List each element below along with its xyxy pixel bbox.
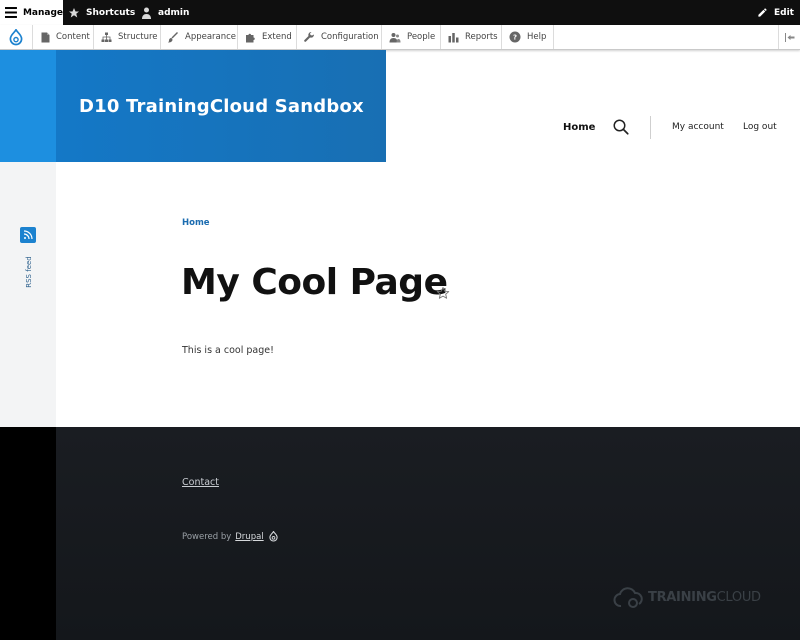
nav-home-link[interactable]: Home [563,122,595,133]
page-title: My Cool Page [181,262,448,303]
user-label: admin [158,7,190,18]
tray-item-label: Extend [262,32,292,42]
tray-item-reports[interactable]: Reports [441,25,502,49]
tray-item-people[interactable]: People [382,25,441,49]
tray-item-structure[interactable]: Structure [94,25,161,49]
bar-chart-icon [448,32,459,42]
help-icon: ? [509,31,521,43]
site-branding: D10 TrainingCloud Sandbox [56,50,386,162]
contact-link[interactable]: Contact [182,477,219,488]
page-body: This is a cool page! [182,345,274,356]
star-outline-icon [436,286,450,299]
tray-item-label: People [407,32,436,42]
admin-tray: Content Structure Appearance Extend Conf… [0,25,800,50]
manage-label: Manage [22,7,63,18]
breadcrumb-home[interactable]: Home [182,218,210,228]
tray-item-appearance[interactable]: Appearance [161,25,238,49]
shortcuts-label: Shortcuts [86,7,136,18]
powered-by: Powered by Drupal [182,531,278,542]
edit-label: Edit [774,7,794,18]
search-button[interactable] [612,118,630,140]
tray-item-label: Configuration [321,32,379,42]
drupal-drop-icon [269,531,278,542]
drupal-link[interactable]: Drupal [235,532,263,542]
trainingcloud-logo-text: TRAININGCLOUD [648,590,761,605]
collapse-left-icon [784,32,794,42]
paintbrush-icon [168,31,178,42]
logo-text-light: CLOUD [716,589,761,605]
pencil-icon [758,8,767,17]
my-account-link[interactable]: My account [672,122,724,132]
sitemap-icon [101,32,112,42]
tray-item-label: Reports [465,32,498,42]
people-icon [389,32,401,42]
wrench-icon [304,31,315,42]
powered-prefix: Powered by [182,531,232,542]
rss-feed-link[interactable] [20,227,36,243]
search-icon [613,119,629,135]
site-name[interactable]: D10 TrainingCloud Sandbox [79,96,364,117]
log-out-link[interactable]: Log out [743,122,777,132]
manage-tab[interactable]: Manage [0,0,63,25]
admin-toolbar: Manage Shortcuts admin Edit [0,0,800,25]
header-left-strip [0,50,56,162]
logo-text-bold: TRAINING [648,589,717,605]
trainingcloud-logo: TRAININGCLOUD [613,585,761,609]
footer-left-strip [0,427,56,640]
favorite-star-button[interactable] [436,285,450,304]
tray-item-configuration[interactable]: Configuration [297,25,382,49]
tray-orientation-toggle[interactable] [778,25,800,49]
social-sidebar [0,162,56,427]
file-icon [41,32,50,42]
edit-button[interactable]: Edit [757,0,794,25]
nav-divider [650,116,651,139]
drupal-home-link[interactable] [0,25,33,49]
tray-item-content[interactable]: Content [34,25,94,49]
user-icon [142,7,151,19]
user-tab[interactable]: admin [141,0,189,25]
hamburger-icon [5,7,17,18]
cloud-icon [613,587,643,608]
rss-feed-label[interactable]: RSS feed [25,256,33,288]
shortcuts-tab[interactable]: Shortcuts [68,0,135,25]
tray-item-label: Help [527,32,547,42]
tray-item-label: Content [56,32,90,42]
tray-item-extend[interactable]: Extend [238,25,297,49]
rss-icon [23,230,33,240]
drupal-drop-icon [9,28,23,45]
tray-item-label: Structure [118,32,158,42]
tray-item-help[interactable]: ? Help [502,25,554,49]
tray-item-label: Appearance [185,32,237,42]
puzzle-icon [246,33,255,42]
svg-text:?: ? [513,34,517,42]
star-icon [69,7,79,17]
